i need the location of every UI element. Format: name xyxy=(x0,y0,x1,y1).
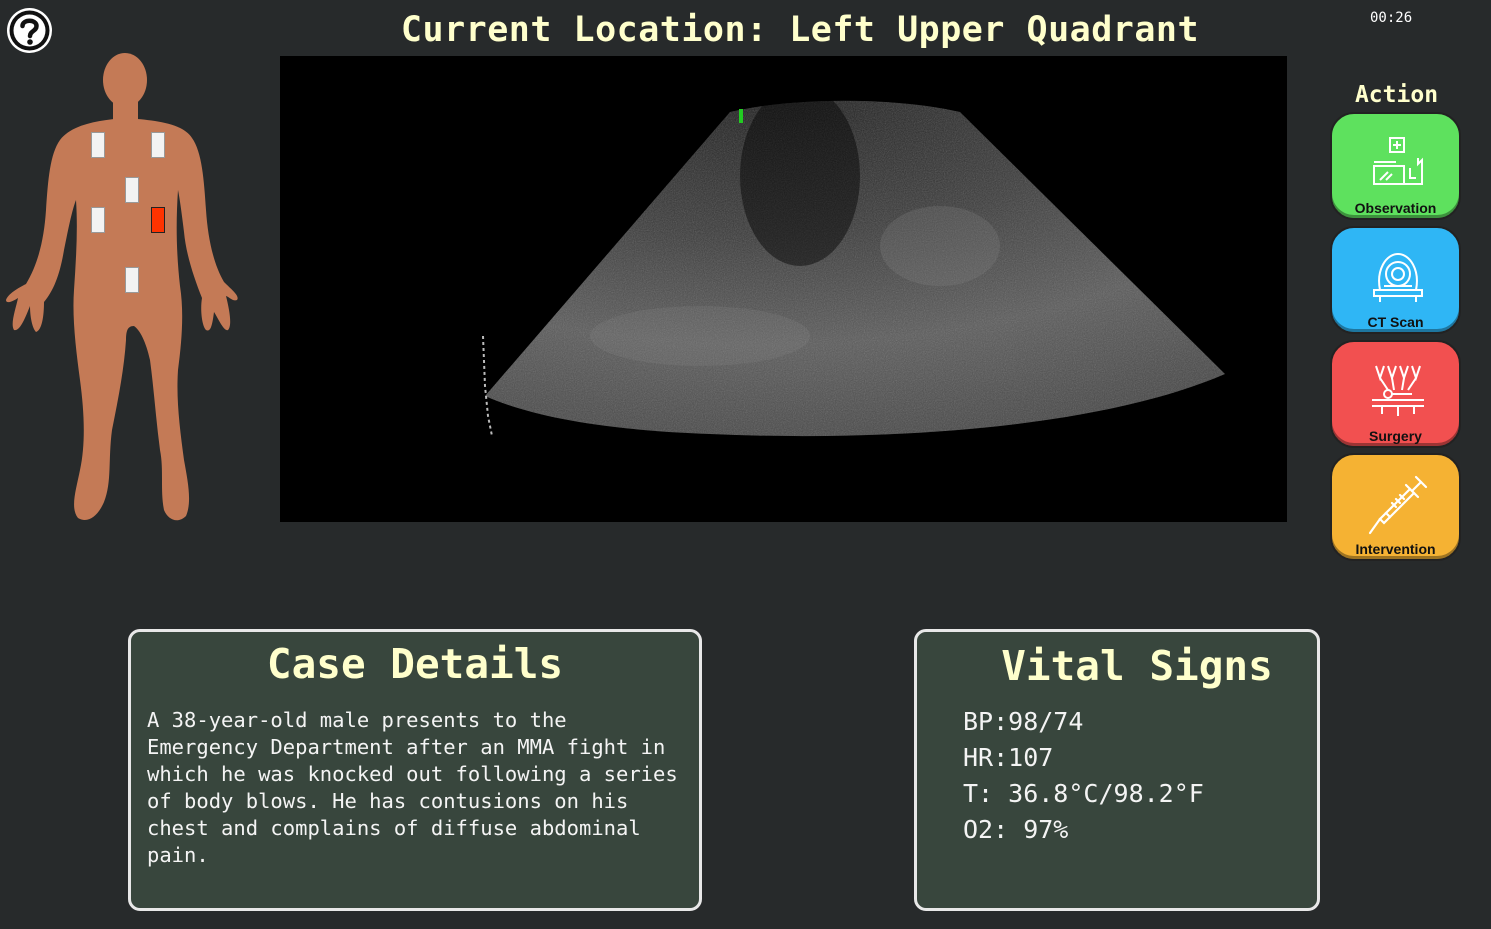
syringe-icon xyxy=(1368,475,1428,535)
observation-label: Observation xyxy=(1354,200,1437,216)
zone-subxiphoid[interactable] xyxy=(125,177,139,203)
zone-pelvis[interactable] xyxy=(125,267,139,293)
surgery-label: Surgery xyxy=(1369,428,1422,444)
observation-button[interactable]: Observation xyxy=(1330,112,1461,220)
zone-left-chest[interactable] xyxy=(151,132,165,158)
ultrasound-image xyxy=(482,100,1225,437)
surgery-icon xyxy=(1372,365,1424,416)
vital-signs-panel: Vital Signs BP:98/74 HR:107 T: 36.8°C/98… xyxy=(914,629,1320,911)
human-body-silhouette xyxy=(6,53,238,521)
vital-signs-title: Vital Signs xyxy=(1001,642,1273,690)
temperature: T: 36.8°C/98.2°F xyxy=(963,779,1204,808)
ct-scan-button[interactable]: CT Scan xyxy=(1330,226,1461,334)
intervention-button[interactable]: Intervention xyxy=(1330,453,1461,561)
zone-right-chest[interactable] xyxy=(91,132,105,158)
surgery-button[interactable]: Surgery xyxy=(1330,340,1461,448)
ct-scan-label: CT Scan xyxy=(1367,314,1424,330)
zone-right-upper-quadrant[interactable] xyxy=(91,207,105,233)
current-location-title: Current Location: Left Upper Quadrant xyxy=(400,10,1200,50)
intervention-label: Intervention xyxy=(1355,541,1436,557)
observation-bed-icon xyxy=(1373,137,1423,185)
action-title: Action xyxy=(1354,82,1439,108)
session-timer: 00:26 xyxy=(1370,10,1413,26)
ultrasound-view xyxy=(280,56,1287,522)
heart-rate: HR:107 xyxy=(963,743,1054,772)
case-details-title: Case Details xyxy=(266,640,564,688)
case-details-text: A 38-year-old male presents to the Emerg… xyxy=(147,708,678,867)
probe-marker xyxy=(739,109,743,123)
case-details-panel: Case Details A 38-year-old male presents… xyxy=(128,629,702,911)
ct-scanner-icon xyxy=(1373,252,1423,302)
help-button[interactable] xyxy=(7,8,52,53)
blood-pressure: BP:98/74 xyxy=(963,707,1084,736)
zone-left-upper-quadrant[interactable] xyxy=(151,207,165,233)
body-map xyxy=(0,50,245,530)
question-mark-icon xyxy=(9,10,50,51)
oxygen-saturation: O2: 97% xyxy=(963,815,1069,844)
